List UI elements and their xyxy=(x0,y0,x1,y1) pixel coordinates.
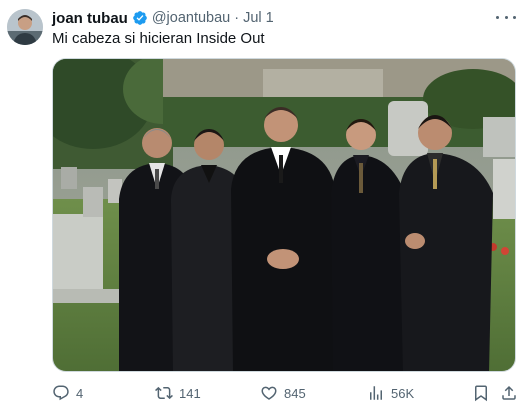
tweet-date[interactable]: Jul 1 xyxy=(243,10,274,26)
avatar[interactable] xyxy=(7,9,43,45)
tweet-text: Mi cabeza si hicieran Inside Out xyxy=(52,30,265,47)
views-button[interactable]: 56K xyxy=(367,383,414,403)
more-options-icon[interactable] xyxy=(496,10,516,24)
verified-badge-icon[interactable] xyxy=(132,10,148,26)
reply-button[interactable]: 4 xyxy=(52,383,83,403)
photo-five-men-cemetery xyxy=(53,59,515,371)
analytics-icon xyxy=(367,384,385,402)
tweet-card[interactable]: joan tubau @joantubau · Jul 1 Mi cabeza … xyxy=(0,0,528,408)
header-separator: · xyxy=(234,10,240,26)
like-count: 845 xyxy=(284,385,306,401)
bookmark-button[interactable] xyxy=(472,383,490,403)
share-button[interactable] xyxy=(500,383,518,403)
bookmark-icon xyxy=(472,384,490,402)
views-count: 56K xyxy=(391,385,415,401)
author-handle[interactable]: @joantubau xyxy=(152,10,230,26)
tweet-header: joan tubau @joantubau · Jul 1 xyxy=(52,8,274,28)
retweet-count: 141 xyxy=(179,385,201,401)
retweet-button[interactable]: 141 xyxy=(155,383,201,403)
tweet-actions-bar: 4 141 845 56K xyxy=(52,383,518,403)
reply-count: 4 xyxy=(76,385,84,401)
heart-icon xyxy=(260,384,278,402)
tweet-media-photo[interactable] xyxy=(52,58,516,372)
user-avatar-image xyxy=(7,9,43,45)
retweet-icon xyxy=(155,384,173,402)
reply-icon xyxy=(52,384,70,402)
like-button[interactable]: 845 xyxy=(260,383,306,403)
author-display-name[interactable]: joan tubau xyxy=(52,10,128,27)
share-icon xyxy=(500,384,518,402)
